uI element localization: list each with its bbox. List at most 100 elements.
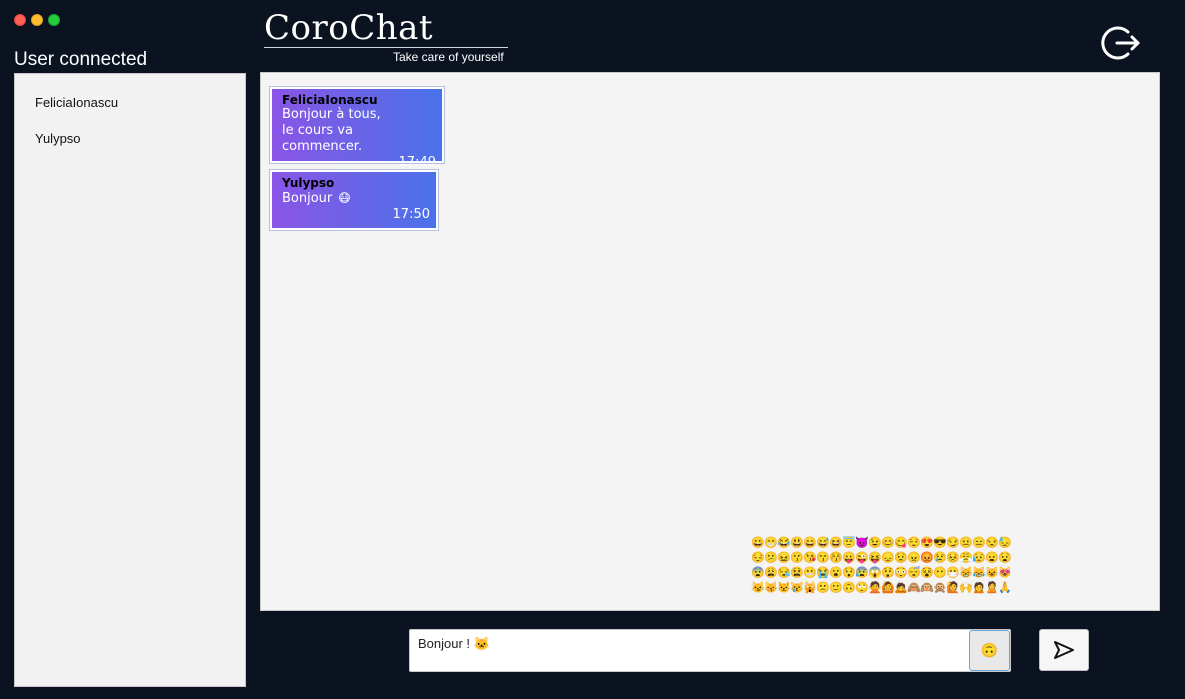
emoji-option[interactable]: 😤 — [959, 551, 973, 566]
emoji-option[interactable]: 😔 — [751, 551, 765, 566]
emoji-option[interactable]: 😕 — [764, 551, 778, 566]
emoji-option[interactable]: 😁 — [764, 536, 778, 551]
emoji-option[interactable]: 😷 — [946, 566, 960, 581]
emoji-option[interactable]: 😴 — [907, 566, 921, 581]
emoji-option[interactable]: 😫 — [790, 566, 804, 581]
emoji-option[interactable]: 😢 — [933, 551, 947, 566]
emoji-option[interactable]: 😽 — [764, 581, 778, 596]
emoji-option[interactable]: 🙏 — [998, 581, 1012, 596]
emoji-option[interactable]: 😏 — [946, 536, 960, 551]
emoji-option[interactable]: 😡 — [920, 551, 934, 566]
app-tagline: Take care of yourself — [393, 50, 504, 64]
minimize-window-button[interactable] — [31, 14, 43, 26]
emoji-option[interactable]: 🙎 — [985, 581, 999, 596]
emoji-option[interactable]: 🙃 — [842, 581, 856, 596]
emoji-option[interactable]: 😧 — [998, 551, 1012, 566]
emoji-option[interactable]: 😾 — [777, 581, 791, 596]
emoji-option[interactable]: 😌 — [907, 536, 921, 551]
emoji-option[interactable]: 😗 — [790, 551, 804, 566]
emoji-option[interactable]: 😄 — [803, 536, 817, 551]
emoji-option[interactable]: 🙀 — [803, 581, 817, 596]
emoji-picker-button[interactable]: 🙃 — [969, 630, 1010, 671]
emoji-option[interactable]: 😥 — [972, 551, 986, 566]
emoji-option[interactable]: 😭 — [816, 566, 830, 581]
emoji-option[interactable]: 😅 — [816, 536, 830, 551]
send-icon — [1054, 641, 1074, 659]
emoji-option[interactable]: 😂 — [777, 536, 791, 551]
emoji-option[interactable]: 😐 — [959, 536, 973, 551]
emoji-option[interactable]: 😇 — [842, 536, 856, 551]
emoji-option[interactable]: 😋 — [894, 536, 908, 551]
close-window-button[interactable] — [14, 14, 26, 26]
emoji-option[interactable]: 😙 — [816, 551, 830, 566]
emoji-option[interactable]: 😩 — [764, 566, 778, 581]
emoji-option[interactable]: 🙆 — [881, 581, 895, 596]
app-brand: CoroChat — [264, 8, 434, 48]
emoji-option[interactable]: 😸 — [959, 566, 973, 581]
emoji-option[interactable]: 😀 — [751, 536, 765, 551]
emoji-option[interactable]: 😮 — [829, 566, 843, 581]
emoji-option[interactable]: 😿 — [790, 581, 804, 596]
emoji-option[interactable]: 🙍 — [972, 581, 986, 596]
chat-area: FeliciaIonascu Bonjour à tous, le cours … — [260, 72, 1160, 611]
emoji-option[interactable]: 😉 — [868, 536, 882, 551]
maximize-window-button[interactable] — [48, 14, 60, 26]
emoji-option[interactable]: 😈 — [855, 536, 869, 551]
emoji-option[interactable]: 😝 — [868, 551, 882, 566]
emoji-option[interactable]: 😍 — [920, 536, 934, 551]
emoji-option[interactable]: 😘 — [803, 551, 817, 566]
emoji-option[interactable]: 😛 — [842, 551, 856, 566]
emoji-option[interactable]: 😳 — [894, 566, 908, 581]
emoji-option[interactable]: 🙄 — [855, 581, 869, 596]
emoji-option[interactable]: 😲 — [881, 566, 895, 581]
emoji-option[interactable]: 🙊 — [933, 581, 947, 596]
emoji-option[interactable]: 🙂 — [829, 581, 843, 596]
connected-users-list: FeliciaIonascu Yulypso — [14, 73, 246, 687]
emoji-option[interactable]: 🙉 — [920, 581, 934, 596]
emoji-option[interactable]: 😬 — [803, 566, 817, 581]
window-controls — [14, 14, 60, 26]
message-text: Bonjour 😷 — [282, 190, 430, 207]
emoji-option[interactable]: 🙈 — [907, 581, 921, 596]
emoji-option[interactable]: 😦 — [985, 551, 999, 566]
user-item[interactable]: FeliciaIonascu — [35, 90, 225, 126]
emoji-option[interactable]: 😻 — [998, 566, 1012, 581]
emoji-option[interactable]: 🙁 — [816, 581, 830, 596]
emoji-option[interactable]: 😖 — [777, 551, 791, 566]
emoji-option[interactable]: 😚 — [829, 551, 843, 566]
emoji-option[interactable]: 😣 — [946, 551, 960, 566]
emoji-option[interactable]: 😓 — [998, 536, 1012, 551]
emoji-option[interactable]: 😨 — [751, 566, 765, 581]
emoji-option[interactable]: 😶 — [933, 566, 947, 581]
emoji-option[interactable]: 😟 — [894, 551, 908, 566]
emoji-option[interactable]: 🙋 — [946, 581, 960, 596]
emoji-option[interactable]: 😠 — [907, 551, 921, 566]
emoji-option[interactable]: 😜 — [855, 551, 869, 566]
logout-button[interactable] — [1100, 22, 1142, 64]
emoji-option[interactable]: 😑 — [972, 536, 986, 551]
emoji-option[interactable]: 😯 — [842, 566, 856, 581]
emoji-option[interactable]: 😵 — [920, 566, 934, 581]
emoji-option[interactable]: 😞 — [881, 551, 895, 566]
emoji-option[interactable]: 😹 — [972, 566, 986, 581]
user-item[interactable]: Yulypso — [35, 126, 225, 162]
emoji-option[interactable]: 🙇 — [894, 581, 908, 596]
emoji-option[interactable]: 🙅 — [868, 581, 882, 596]
message-input[interactable] — [418, 636, 968, 651]
emoji-option[interactable]: 😪 — [777, 566, 791, 581]
message-author: Yulypso — [282, 176, 335, 190]
emoji-option[interactable]: 😺 — [985, 566, 999, 581]
emoji-option[interactable]: 😱 — [868, 566, 882, 581]
emoji-option[interactable]: 😒 — [985, 536, 999, 551]
send-button[interactable] — [1039, 629, 1089, 671]
emoji-option[interactable]: 😊 — [881, 536, 895, 551]
emoji-option[interactable]: 😆 — [829, 536, 843, 551]
emoji-option[interactable]: 😃 — [790, 536, 804, 551]
emoji-option[interactable]: 😎 — [933, 536, 947, 551]
emoji-option[interactable]: 😼 — [751, 581, 765, 596]
message-text: Bonjour à tous, le cours va commencer. — [282, 107, 381, 154]
emoji-option[interactable]: 😰 — [855, 566, 869, 581]
message-bubble: Yulypso Bonjour 😷 17:50 — [269, 169, 439, 231]
message-composer: 🙃 — [409, 629, 1011, 672]
emoji-option[interactable]: 🙌 — [959, 581, 973, 596]
